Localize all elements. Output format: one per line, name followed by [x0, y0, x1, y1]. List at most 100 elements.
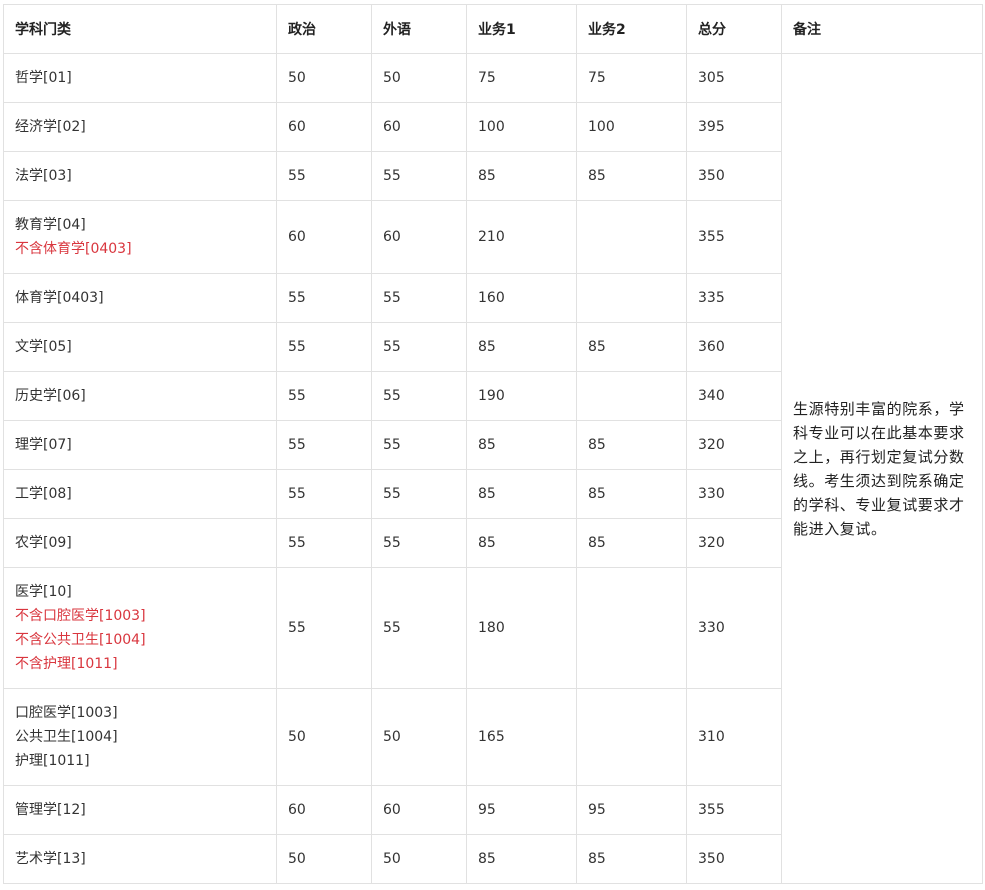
- subject-name: 公共卫生[1004]: [15, 729, 118, 745]
- remark-cell: 生源特别丰富的院系，学科专业可以在此基本要求之上，再行划定复试分数线。考生须达到…: [781, 53, 983, 884]
- business1-score: 165: [466, 688, 577, 786]
- total-score: 320: [686, 518, 782, 568]
- subject-name: 历史学[06]: [15, 388, 86, 404]
- politics-score: 55: [276, 469, 372, 519]
- subject-cell: 哲学[01]: [3, 53, 277, 103]
- subject-cell: 医学[10] 不含口腔医学[1003] 不含公共卫生[1004] 不含护理[1011]: [3, 567, 277, 689]
- business2-score: 85: [576, 322, 687, 372]
- language-score: 60: [371, 785, 467, 835]
- subject-name: 体育学[0403]: [15, 290, 104, 306]
- language-score: 55: [371, 151, 467, 201]
- total-score: 335: [686, 273, 782, 323]
- header-business2: 业务2: [576, 4, 687, 54]
- total-score: 310: [686, 688, 782, 786]
- subject-name: 经济学[02]: [15, 119, 86, 135]
- total-score: 350: [686, 834, 782, 884]
- language-score: 50: [371, 53, 467, 103]
- exclusion-note: 不含公共卫生[1004]: [15, 632, 146, 648]
- total-score: 305: [686, 53, 782, 103]
- exclusion-note: 不含口腔医学[1003]: [15, 608, 146, 624]
- business2-score: 75: [576, 53, 687, 103]
- table-row: 哲学[01] 50 50 75 75 305 生源特别丰富的院系，学科专业可以在此基本要求之…: [3, 53, 983, 884]
- total-score: 320: [686, 420, 782, 470]
- language-score: 55: [371, 322, 467, 372]
- header-remark: 备注: [781, 4, 983, 54]
- business1-score: 190: [466, 371, 577, 421]
- business1-score: 75: [466, 53, 577, 103]
- subject-cell: 艺术学[13]: [3, 834, 277, 884]
- business2-score: 85: [576, 834, 687, 884]
- business2-score: [576, 200, 687, 274]
- business1-score: 85: [466, 518, 577, 568]
- politics-score: 55: [276, 322, 372, 372]
- subject-name: 工学[08]: [15, 486, 72, 502]
- header-subject: 学科门类: [3, 4, 277, 54]
- business1-score: 85: [466, 322, 577, 372]
- language-score: 55: [371, 371, 467, 421]
- header-total: 总分: [686, 4, 782, 54]
- business2-score: 85: [576, 469, 687, 519]
- exclusion-note: 不含体育学[0403]: [15, 241, 132, 257]
- business1-score: 210: [466, 200, 577, 274]
- business2-score: [576, 273, 687, 323]
- total-score: 330: [686, 567, 782, 689]
- table-header-row: 学科门类 政治 外语 业务1 业务2 总分 备注: [3, 4, 983, 54]
- score-table: 学科门类 政治 外语 业务1 业务2 总分 备注 哲学[01] 50 50 75 75 3…: [3, 4, 983, 884]
- language-score: 55: [371, 567, 467, 689]
- language-score: 60: [371, 200, 467, 274]
- header-business1: 业务1: [466, 4, 577, 54]
- subject-cell: 教育学[04] 不含体育学[0403]: [3, 200, 277, 274]
- total-score: 395: [686, 102, 782, 152]
- business1-score: 85: [466, 469, 577, 519]
- subject-cell: 体育学[0403]: [3, 273, 277, 323]
- business2-score: 95: [576, 785, 687, 835]
- subject-name: 哲学[01]: [15, 70, 72, 86]
- politics-score: 60: [276, 200, 372, 274]
- politics-score: 55: [276, 371, 372, 421]
- politics-score: 50: [276, 53, 372, 103]
- total-score: 355: [686, 200, 782, 274]
- total-score: 350: [686, 151, 782, 201]
- subject-cell: 理学[07]: [3, 420, 277, 470]
- subject-name: 文学[05]: [15, 339, 72, 355]
- politics-score: 50: [276, 688, 372, 786]
- language-score: 55: [371, 518, 467, 568]
- business1-score: 85: [466, 420, 577, 470]
- total-score: 355: [686, 785, 782, 835]
- business1-score: 160: [466, 273, 577, 323]
- subject-name: 护理[1011]: [15, 753, 90, 769]
- subject-cell: 管理学[12]: [3, 785, 277, 835]
- subject-cell: 经济学[02]: [3, 102, 277, 152]
- language-score: 50: [371, 834, 467, 884]
- politics-score: 55: [276, 151, 372, 201]
- business2-score: 85: [576, 420, 687, 470]
- subject-name: 教育学[04]: [15, 217, 86, 233]
- language-score: 55: [371, 420, 467, 470]
- business1-score: 180: [466, 567, 577, 689]
- subject-cell: 口腔医学[1003] 公共卫生[1004] 护理[1011]: [3, 688, 277, 786]
- total-score: 360: [686, 322, 782, 372]
- total-score: 340: [686, 371, 782, 421]
- business2-score: [576, 688, 687, 786]
- subject-cell: 农学[09]: [3, 518, 277, 568]
- politics-score: 55: [276, 567, 372, 689]
- business2-score: 85: [576, 518, 687, 568]
- table-body: 哲学[01] 50 50 75 75 305 生源特别丰富的院系，学科专业可以在此基本要求之…: [3, 53, 983, 884]
- subject-name: 管理学[12]: [15, 802, 86, 818]
- exclusion-note: 不含护理[1011]: [15, 656, 118, 672]
- business1-score: 100: [466, 102, 577, 152]
- business2-score: 100: [576, 102, 687, 152]
- politics-score: 60: [276, 785, 372, 835]
- subject-name: 农学[09]: [15, 535, 72, 551]
- subject-name: 理学[07]: [15, 437, 72, 453]
- subject-cell: 法学[03]: [3, 151, 277, 201]
- politics-score: 50: [276, 834, 372, 884]
- politics-score: 55: [276, 518, 372, 568]
- business1-score: 95: [466, 785, 577, 835]
- business2-score: [576, 567, 687, 689]
- language-score: 50: [371, 688, 467, 786]
- language-score: 55: [371, 273, 467, 323]
- subject-cell: 文学[05]: [3, 322, 277, 372]
- language-score: 55: [371, 469, 467, 519]
- business2-score: [576, 371, 687, 421]
